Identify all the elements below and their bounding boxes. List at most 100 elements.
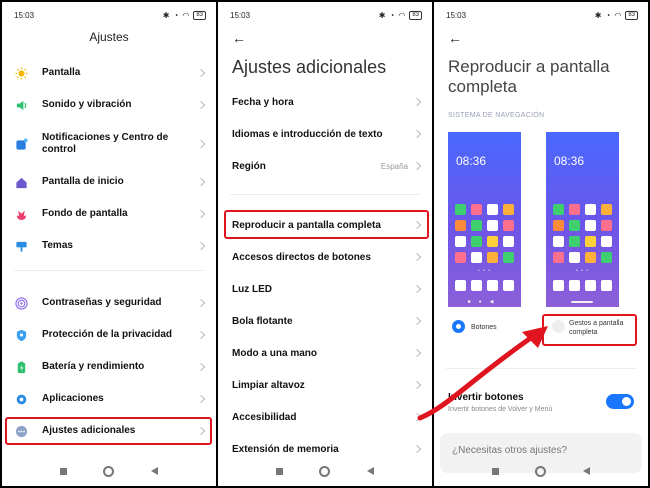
app-icon	[601, 236, 612, 247]
gear-icon	[14, 392, 28, 406]
chevron-right-icon	[196, 68, 206, 78]
settings-item[interactable]: Pantalla	[2, 62, 216, 84]
app-icon	[503, 236, 514, 247]
settings-item-label: Idiomas e introducción de texto	[232, 128, 383, 140]
back-arrow-icon[interactable]: ←	[232, 30, 246, 46]
settings-item[interactable]: Modo a una mano	[232, 342, 432, 364]
settings-item-label: Protección de la privacidad	[42, 329, 173, 340]
app-icon	[585, 204, 596, 215]
home-button[interactable]	[535, 465, 547, 477]
back-button[interactable]	[150, 467, 158, 475]
nav-bar	[434, 456, 648, 486]
app-icon	[455, 204, 466, 215]
page-title: Reproducir a pantalla completa	[448, 57, 610, 96]
settings-item-label: Región	[232, 160, 266, 172]
recents-button[interactable]	[492, 467, 500, 475]
section-label: SISTEMA DE NAVEGACIÓN	[448, 112, 545, 119]
chevron-right-icon	[196, 177, 206, 187]
gestures-preview[interactable]: 08:36 • • •	[546, 132, 619, 307]
recents-button[interactable]	[276, 467, 284, 475]
chevron-right-icon	[412, 380, 422, 390]
settings-item-label: Notificaciones y Centro de control	[42, 132, 169, 155]
chevron-right-icon	[196, 139, 206, 149]
settings-item[interactable]: Fondo de pantalla	[2, 203, 216, 225]
settings-item[interactable]: Región España	[232, 155, 432, 177]
settings-item[interactable]: Protección de la privacidad	[2, 324, 216, 346]
app-icon	[455, 252, 466, 263]
home-button[interactable]	[319, 465, 331, 477]
divider	[14, 270, 204, 271]
settings-item[interactable]: Contraseñas y seguridad	[2, 292, 216, 314]
settings-item-label: Sonido y vibración	[42, 99, 132, 110]
recents-button[interactable]	[60, 467, 68, 475]
fingerprint-icon	[14, 296, 28, 310]
bluetooth-icon: ✱	[162, 10, 170, 20]
gesture-pill	[571, 301, 593, 303]
back-button[interactable]	[582, 467, 590, 475]
settings-item[interactable]: Notificaciones y Centro de control	[2, 130, 216, 158]
app-icon	[487, 220, 498, 231]
battery-icon	[14, 360, 28, 374]
app-icon	[569, 204, 580, 215]
settings-item[interactable]: Temas	[2, 235, 216, 257]
buttons-radio[interactable]	[452, 320, 465, 333]
settings-item[interactable]: Aplicaciones	[2, 388, 216, 410]
chevron-right-icon	[412, 97, 422, 107]
back-arrow-icon[interactable]: ←	[448, 30, 462, 46]
settings-item[interactable]: Idiomas e introducción de texto	[232, 123, 432, 145]
battery-level: 83	[193, 10, 206, 20]
highlight-box	[224, 210, 429, 239]
settings-item[interactable]: Accesos directos de botones	[232, 246, 432, 268]
shield-icon	[14, 328, 28, 342]
settings-item-label: Accesos directos de botones	[232, 251, 371, 263]
buttons-preview[interactable]: 08:36 • • • ■●◀	[448, 132, 521, 307]
settings-item[interactable]: Accesibilidad	[232, 406, 432, 428]
invert-buttons-toggle[interactable]	[606, 394, 634, 409]
status-bar: 15:03 ✱ ◔ ◠ 83	[14, 8, 206, 22]
settings-item-label: Luz LED	[232, 283, 272, 295]
settings-item[interactable]: Fecha y hora	[232, 91, 432, 113]
status-time: 15:03	[14, 10, 35, 20]
settings-item[interactable]: Batería y rendimiento	[2, 356, 216, 378]
settings-item-label: Temas	[42, 240, 73, 251]
settings-item-label: Bola flotante	[232, 315, 293, 327]
help-text: ¿Necesitas otros ajustes?	[452, 445, 568, 456]
chevron-right-icon	[196, 362, 206, 372]
wifi-icon: ◠	[614, 10, 622, 20]
settings-item-label: Pantalla de inicio	[42, 176, 124, 187]
app-grid	[455, 204, 514, 263]
chevron-right-icon	[412, 129, 422, 139]
settings-item-label: Fondo de pantalla	[42, 208, 128, 219]
settings-item-label: Batería y rendimiento	[42, 361, 145, 372]
additional-settings-screen: 15:03 ✱ ◔ ◠ 83 ← Ajustes adicionales Fecha …	[218, 2, 432, 486]
settings-item-label: Aplicaciones	[42, 393, 104, 404]
chevron-right-icon	[412, 412, 422, 422]
app-icon	[471, 204, 482, 215]
nav-bar	[218, 456, 432, 486]
preview-clock: 08:36	[456, 154, 487, 168]
back-button[interactable]	[366, 467, 374, 475]
chevron-right-icon	[412, 161, 422, 171]
app-icon	[455, 236, 466, 247]
app-icon	[569, 220, 580, 231]
notification-icon	[14, 137, 28, 151]
status-bar: 15:03 ✱ ◔ ◠ 83	[446, 8, 638, 22]
alarm-icon: ◔	[173, 10, 179, 20]
app-icon	[585, 236, 596, 247]
buttons-option-label: Botones	[471, 324, 497, 331]
wifi-icon: ◠	[398, 10, 406, 20]
divider	[230, 194, 420, 195]
settings-item[interactable]: Luz LED	[232, 278, 432, 300]
app-icon	[569, 252, 580, 263]
fullscreen-screen: 15:03 ✱ ◔ ◠ 83 ← Reproducir a pantalla comp…	[434, 2, 648, 486]
app-icon	[503, 204, 514, 215]
settings-item[interactable]: Sonido y vibración	[2, 94, 216, 116]
settings-item[interactable]: Pantalla de inicio	[2, 171, 216, 193]
home-button[interactable]	[103, 465, 115, 477]
settings-item[interactable]: Limpiar altavoz	[232, 374, 432, 396]
settings-item[interactable]: Bola flotante	[232, 310, 432, 332]
app-icon	[503, 220, 514, 231]
status-bar: 15:03 ✱ ◔ ◠ 83	[230, 8, 422, 22]
chevron-right-icon	[412, 444, 422, 454]
chevron-right-icon	[196, 394, 206, 404]
